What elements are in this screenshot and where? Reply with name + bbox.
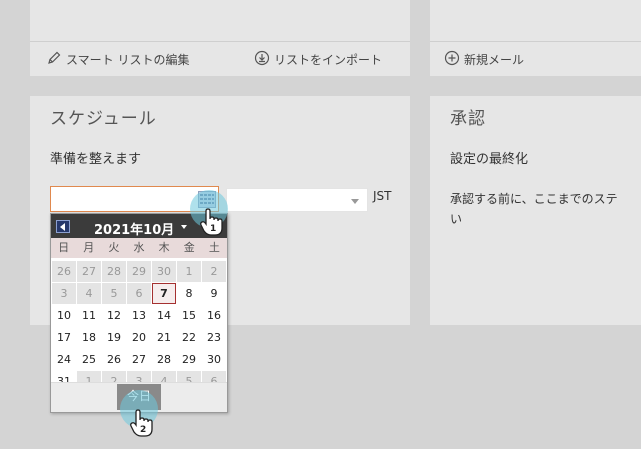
calendar-day[interactable]: 29 <box>127 261 151 282</box>
time-select[interactable] <box>226 188 368 212</box>
calendar-day[interactable]: 30 <box>152 261 176 282</box>
caret-down-icon[interactable] <box>181 225 187 229</box>
new-email-label: 新規メール <box>464 53 525 67</box>
calendar-day[interactable]: 5 <box>102 283 126 304</box>
weekday-label: 月 <box>83 241 95 254</box>
new-email-button[interactable]: 新規メール <box>444 50 524 69</box>
calendar-day[interactable]: 11 <box>77 305 101 326</box>
pencil-icon <box>46 50 62 69</box>
calendar-day[interactable]: 28 <box>152 349 176 370</box>
calendar-week-row: 24 25 26 27 28 29 30 <box>52 349 227 370</box>
calendar-grid: 26 27 28 29 30 1 2 3 4 5 6 7 8 9 10 11 12 13 14 15 16 17 18 19 2… <box>52 261 227 393</box>
divider <box>30 41 410 42</box>
hand-pointer-icon: 1 <box>198 207 224 241</box>
calendar-week-row: 17 18 19 20 21 22 23 <box>52 327 227 348</box>
weekday-label: 水 <box>133 241 145 254</box>
weekday-label: 日 <box>58 241 70 254</box>
approval-description-cont: い <box>450 212 463 226</box>
approval-title: 承認 <box>450 109 486 129</box>
plus-circle-icon <box>444 50 460 69</box>
calendar-day[interactable]: 4 <box>77 283 101 304</box>
calendar-day[interactable]: 27 <box>77 261 101 282</box>
weekday-label: 土 <box>208 241 220 254</box>
email-card: 新規メール <box>430 0 641 76</box>
approval-description: 承認する前に、ここまでのステ <box>450 192 618 206</box>
calendar-day[interactable]: 6 <box>127 283 151 304</box>
step-2-number: 2 <box>140 425 146 435</box>
calendar-day[interactable]: 2 <box>202 261 226 282</box>
calendar-day[interactable]: 9 <box>202 283 226 304</box>
previous-month-icon[interactable] <box>56 220 70 233</box>
calendar-day[interactable]: 28 <box>102 261 126 282</box>
edit-smart-list-button[interactable]: スマート リストの編集 <box>46 50 189 69</box>
calendar-day[interactable]: 22 <box>177 327 201 348</box>
calendar-day[interactable]: 24 <box>52 349 76 370</box>
edit-smart-list-label: スマート リストの編集 <box>66 53 190 67</box>
calendar-day[interactable]: 17 <box>52 327 76 348</box>
calendar-day[interactable]: 3 <box>52 283 76 304</box>
calendar-day[interactable]: 23 <box>202 327 226 348</box>
calendar-day[interactable]: 25 <box>77 349 101 370</box>
calendar-day[interactable]: 18 <box>77 327 101 348</box>
smart-list-card: スマート リストの編集 リストをインポート <box>30 0 410 76</box>
import-list-button[interactable]: リストをインポート <box>254 50 382 69</box>
step-1-number: 1 <box>210 224 216 234</box>
calendar-day[interactable]: 15 <box>177 305 201 326</box>
chevron-down-icon <box>351 199 359 204</box>
calendar-day[interactable]: 20 <box>127 327 151 348</box>
calendar-day[interactable]: 14 <box>152 305 176 326</box>
calendar-day[interactable]: 29 <box>177 349 201 370</box>
calendar-day[interactable]: 10 <box>52 305 76 326</box>
calendar-day[interactable]: 13 <box>127 305 151 326</box>
calendar-day[interactable]: 30 <box>202 349 226 370</box>
calendar-popup: 2021年10月 日月火水木金土 26 27 28 29 30 1 2 3 4 5 6 7 8 9 10 11… <box>50 213 228 413</box>
weekday-label: 火 <box>108 241 120 254</box>
approval-subtitle: 設定の最終化 <box>450 152 529 167</box>
timezone-label: JST <box>373 189 392 203</box>
weekday-header: 日月火水木金土 <box>51 238 227 258</box>
calendar-day[interactable]: 1 <box>177 261 201 282</box>
schedule-subtitle: 準備を整えます <box>50 152 142 167</box>
calendar-day[interactable]: 19 <box>102 327 126 348</box>
calendar-day[interactable]: 21 <box>152 327 176 348</box>
import-icon <box>254 50 270 69</box>
calendar-day[interactable]: 27 <box>127 349 151 370</box>
calendar-week-row: 10 11 12 13 14 15 16 <box>52 305 227 326</box>
calendar-week-row: 3456789 <box>52 283 227 304</box>
import-list-label: リストをインポート <box>274 53 383 67</box>
calendar-day[interactable]: 26 <box>102 349 126 370</box>
month-label[interactable]: 2021年10月 <box>94 219 174 238</box>
calendar-day[interactable]: 12 <box>102 305 126 326</box>
calendar-day[interactable]: 16 <box>202 305 226 326</box>
weekday-label: 金 <box>183 241 195 254</box>
calendar-week-row: 26 27 28 29 30 1 2 <box>52 261 227 282</box>
weekday-label: 木 <box>158 241 170 254</box>
calendar-day-today[interactable]: 7 <box>152 283 176 304</box>
calendar-day[interactable]: 8 <box>177 283 201 304</box>
hand-pointer-icon: 2 <box>128 408 154 442</box>
schedule-title: スケジュール <box>50 109 157 129</box>
divider <box>430 41 641 42</box>
calendar-day[interactable]: 26 <box>52 261 76 282</box>
